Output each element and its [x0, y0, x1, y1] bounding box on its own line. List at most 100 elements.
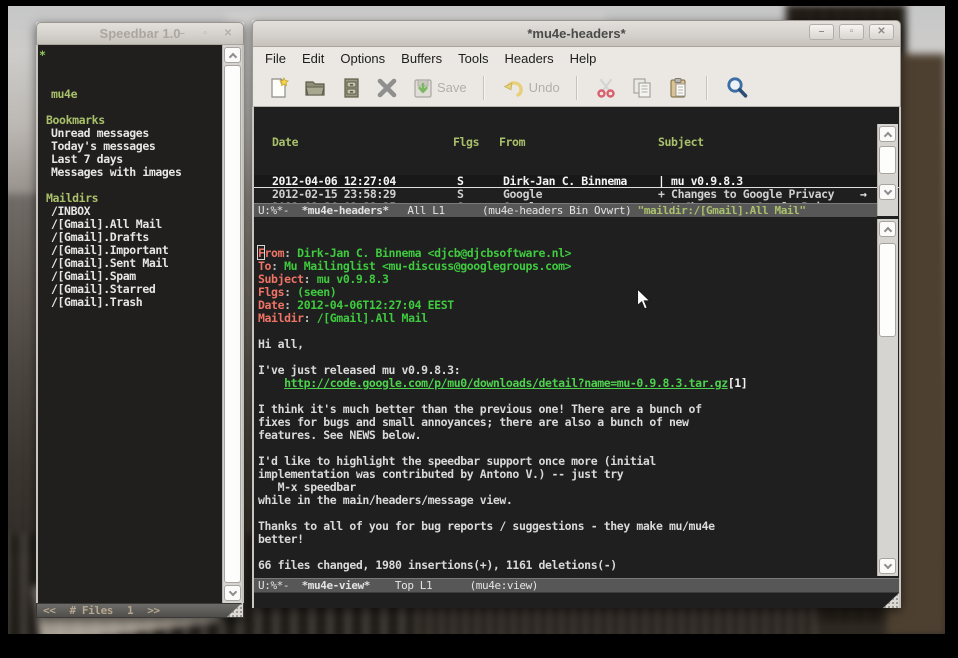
- menu-item-tools[interactable]: Tools: [450, 49, 496, 68]
- scroll-down-button[interactable]: [224, 585, 241, 601]
- chevron-down-icon: [883, 186, 891, 194]
- menu-item-options[interactable]: Options: [332, 49, 393, 68]
- emacs-window: *mu4e-headers* – ▫ ✕ FileEditOptionsBuff…: [252, 20, 901, 608]
- scroll-thumb[interactable]: [879, 243, 896, 337]
- speedbar-modeline[interactable]: << # Files 1 >>: [36, 603, 244, 618]
- field-label: To: [258, 259, 271, 273]
- menu-item-buffers[interactable]: Buffers: [393, 49, 450, 68]
- emacs-resize-grip[interactable]: [883, 593, 899, 608]
- speedbar-root[interactable]: mu4e: [38, 88, 222, 101]
- message-body-line: while in the main/headers/message view.: [258, 494, 899, 507]
- speedbar-modeline-label[interactable]: # Files: [69, 604, 113, 617]
- paste-clipboard-icon: [666, 76, 690, 100]
- speedbar-modeline-value: 1: [127, 604, 133, 617]
- screen: Speedbar 1.0 – ▫ ✕ * mu4e BookmarksUnrea…: [0, 0, 958, 658]
- field-value: Mu Mailinglist <mu-discuss@googlegroups.…: [284, 259, 571, 273]
- menu-item-help[interactable]: Help: [562, 49, 605, 68]
- speedbar-scrollbar[interactable]: [222, 45, 242, 603]
- column-header-subject[interactable]: Subject: [658, 136, 704, 149]
- speedbar-modeline-left[interactable]: <<: [43, 604, 55, 617]
- chevron-down-icon: [883, 560, 891, 568]
- speedbar-item[interactable]: /[Gmail].Trash: [38, 296, 222, 309]
- new-file-button[interactable]: [267, 76, 291, 100]
- headers-scrollbar[interactable]: [877, 124, 898, 216]
- column-header-flags[interactable]: Flgs: [453, 136, 479, 149]
- release-download-link[interactable]: http://code.google.com/p/mu0/downloads/d…: [284, 376, 728, 390]
- menu-item-headers[interactable]: Headers: [496, 49, 561, 68]
- modeline-info: Top L1 (mu4e:view): [370, 579, 538, 592]
- message-row[interactable]: 2012-01-26 01:32:25SGoogle \ Changes to …: [254, 201, 899, 203]
- text-cursor: F: [258, 246, 265, 260]
- mouse-pointer-icon: [636, 288, 652, 311]
- menu-item-file[interactable]: File: [257, 49, 294, 68]
- mu4e-headers-pane: Date Flgs From Subject 2012-04-06 12:27:…: [254, 107, 899, 203]
- minimize-button[interactable]: –: [173, 26, 191, 42]
- column-header-date[interactable]: Date: [272, 136, 298, 149]
- close-button[interactable]: ✕: [219, 26, 237, 42]
- new-file-icon: [267, 76, 291, 100]
- field-label: From: [258, 246, 284, 260]
- field-label: Maildir: [258, 311, 304, 325]
- chevron-up-icon: [228, 52, 236, 60]
- emacs-titlebar[interactable]: *mu4e-headers* – ▫ ✕: [252, 20, 901, 47]
- field-value: 2012-04-06T12:27:04 EEST: [297, 298, 454, 312]
- undo-label: Undo: [529, 80, 560, 95]
- close-buffer-button[interactable]: [375, 76, 399, 100]
- save-button[interactable]: Save: [411, 76, 467, 100]
- chevron-down-icon: [228, 587, 236, 595]
- speedbar-resize-grip[interactable]: [227, 602, 243, 617]
- speedbar-item[interactable]: Messages with images: [38, 166, 222, 179]
- scroll-up-button[interactable]: [224, 47, 241, 63]
- menu-item-edit[interactable]: Edit: [294, 49, 332, 68]
- message-body-line: Thanks to all of you for bug reports / s…: [258, 520, 899, 533]
- field-label: Subject: [258, 272, 304, 286]
- echo-area[interactable]: [254, 592, 899, 608]
- scroll-thumb[interactable]: [224, 65, 241, 583]
- view-modeline[interactable]: U:%*- *mu4e-view* Top L1 (mu4e:view): [254, 578, 899, 592]
- open-folder-icon: [303, 76, 327, 100]
- file-cabinet-button[interactable]: [339, 76, 363, 100]
- column-header-from[interactable]: From: [499, 136, 525, 149]
- message-body-line: 66 files changed, 1980 insertions(+), 11…: [258, 559, 899, 572]
- copy-icon: [630, 76, 654, 100]
- save-icon: [411, 76, 435, 100]
- maximize-button[interactable]: ▫: [196, 26, 214, 42]
- modeline-buffer-name[interactable]: *mu4e-headers*: [302, 204, 389, 217]
- paste-button[interactable]: [666, 76, 690, 100]
- message-link-line: http://code.google.com/p/mu0/downloads/d…: [258, 377, 899, 390]
- message-scrollbar[interactable]: [877, 219, 898, 576]
- field-separator: :: [284, 285, 297, 299]
- field-label: Date: [258, 298, 284, 312]
- minimize-button[interactable]: –: [809, 24, 834, 40]
- message-body-line: better!: [258, 533, 899, 546]
- emacs-frame-content: Date Flgs From Subject 2012-04-06 12:27:…: [252, 107, 901, 608]
- copy-button[interactable]: [630, 76, 654, 100]
- modeline-search-query: "maildir:/[Gmail].All Mail": [638, 204, 806, 217]
- scroll-up-button[interactable]: [879, 221, 896, 237]
- open-folder-button[interactable]: [303, 76, 327, 100]
- emacs-title: *mu4e-headers*: [253, 26, 900, 41]
- maximize-button[interactable]: ▫: [839, 24, 864, 40]
- speedbar-modeline-right[interactable]: >>: [147, 604, 159, 617]
- cut-button[interactable]: [594, 76, 618, 100]
- scroll-down-button[interactable]: [879, 558, 896, 574]
- field-value: mu v0.9.8.3: [317, 272, 389, 286]
- field-value: Dirk-Jan C. Binnema <djcb@djcbsoftware.n…: [297, 246, 571, 260]
- toolbar: Save Undo: [252, 69, 901, 107]
- field-separator: :: [304, 272, 317, 286]
- close-button[interactable]: ✕: [869, 24, 894, 40]
- modeline-info: All L1 (mu4e-headers Bin Ovwrt): [389, 204, 638, 217]
- undo-button[interactable]: Undo: [501, 76, 560, 100]
- field-separator: :: [271, 259, 284, 273]
- save-label: Save: [437, 80, 467, 95]
- headers-modeline[interactable]: U:%*- *mu4e-headers* All L1 (mu4e-header…: [254, 203, 877, 217]
- scroll-down-button[interactable]: [879, 184, 896, 200]
- scroll-thumb[interactable]: [879, 146, 896, 174]
- speedbar-titlebar[interactable]: Speedbar 1.0 – ▫ ✕: [36, 22, 244, 45]
- message-field-subject: Subject: mu v0.9.8.3: [258, 273, 899, 286]
- scroll-up-button[interactable]: [879, 126, 896, 142]
- search-button[interactable]: [724, 75, 750, 101]
- undo-icon: [501, 76, 527, 100]
- modeline-buffer-name[interactable]: *mu4e-view*: [302, 579, 370, 592]
- headers-column-row: Date Flgs From Subject: [254, 136, 899, 149]
